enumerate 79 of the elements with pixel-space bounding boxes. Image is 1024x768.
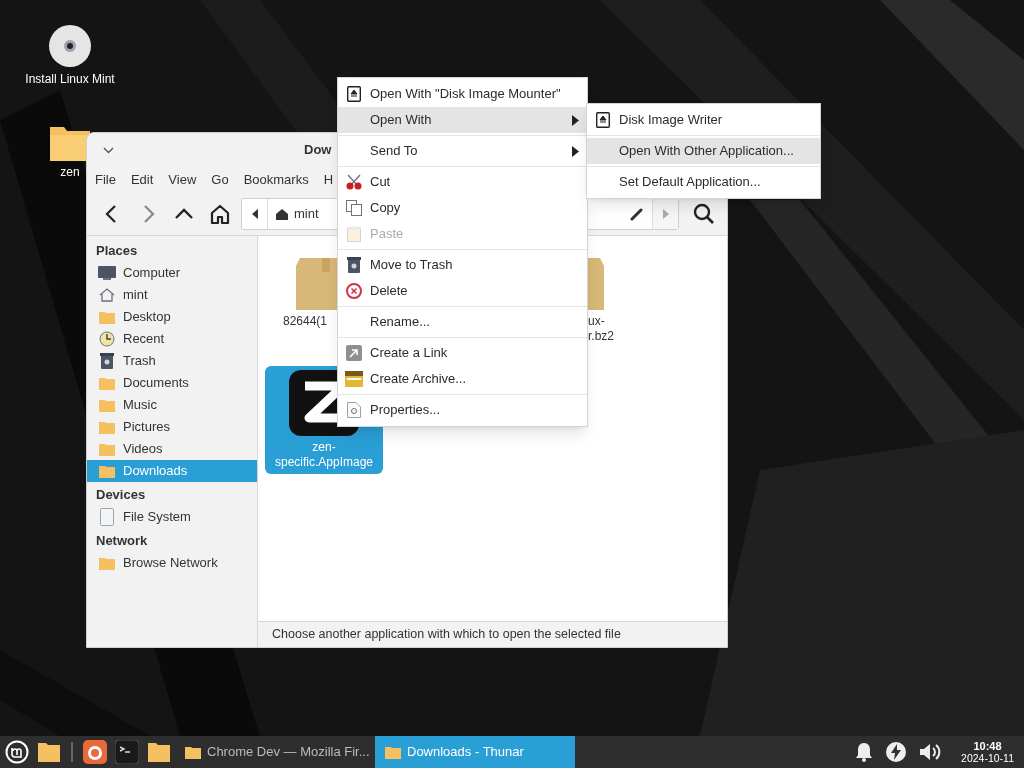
desktop-icon-label[interactable]: Install Linux Mint <box>25 72 115 87</box>
file-name: zen- specific.AppImage <box>274 440 374 470</box>
folder-icon <box>99 376 115 390</box>
sidebar-heading: Network <box>95 532 149 550</box>
sidebar-item[interactable]: Pictures <box>87 416 257 438</box>
sidebar-item[interactable]: Desktop <box>87 306 257 328</box>
folder-icon[interactable] <box>38 742 60 762</box>
menu-item[interactable]: Open With "Disk Image Mounter" <box>338 81 587 107</box>
chevron-down-icon[interactable] <box>103 146 114 154</box>
menu-bar-item[interactable]: Go <box>211 170 229 190</box>
disk-image-icon <box>596 112 610 128</box>
menu-bar-item[interactable]: File <box>95 170 116 190</box>
sidebar-heading: Places <box>95 242 139 260</box>
left-triangle-icon[interactable] <box>251 209 258 219</box>
sidebar-item[interactable]: Documents <box>87 372 257 394</box>
menu-bar-item[interactable]: Edit <box>130 170 154 190</box>
clipboard-icon <box>347 226 361 242</box>
disk-image-icon <box>347 86 361 102</box>
sidebar-item[interactable]: Computer <box>87 262 257 284</box>
monitor-icon <box>98 266 116 280</box>
home-icon <box>276 208 288 220</box>
document-icon <box>347 402 361 418</box>
folder-icon <box>385 745 401 759</box>
sidebar-item[interactable]: Videos <box>87 438 257 460</box>
folder-icon <box>99 310 115 324</box>
clock-date: 2024-10-11 <box>961 752 1014 764</box>
folder-icon <box>185 745 201 759</box>
search-icon[interactable] <box>693 203 715 225</box>
menu-item[interactable]: Properties... <box>338 397 587 423</box>
disc-icon <box>48 24 92 68</box>
trash-icon <box>347 257 361 273</box>
sidebar-item[interactable]: File System <box>87 506 257 528</box>
sidebar-item[interactable]: mint <box>87 284 257 306</box>
clock-time: 10:48 <box>973 740 1002 752</box>
file-name: 82644(1 <box>283 314 328 329</box>
menu-bar-item[interactable]: H <box>323 170 334 190</box>
folder-icon <box>99 420 115 434</box>
menu-item[interactable]: Send To <box>338 138 587 164</box>
menu-item[interactable]: Create a Link <box>338 340 587 366</box>
sidebar-item[interactable]: Recent <box>87 328 257 350</box>
menu-bar-item[interactable]: Bookmarks <box>243 170 309 190</box>
copy-icon <box>346 200 362 216</box>
sidebar-item[interactable]: Trash <box>87 350 257 372</box>
window-title: Dow <box>304 141 332 160</box>
menu-item[interactable]: Set Default Application... <box>587 169 820 195</box>
folder-icon <box>99 442 115 456</box>
menu-item[interactable]: Open With Other Application... <box>587 138 820 164</box>
status-text: Choose another application with which to open the selected file <box>272 626 621 644</box>
home-icon <box>99 288 115 302</box>
scissors-icon <box>345 174 363 190</box>
folder-icon <box>99 556 115 570</box>
lightning-bolt-icon[interactable] <box>885 741 908 763</box>
fox-browser-icon[interactable] <box>83 740 107 764</box>
menu-item[interactable]: Cut <box>338 169 587 195</box>
trash-icon <box>100 353 114 369</box>
folder-icon <box>99 464 115 478</box>
delete-icon <box>346 283 362 299</box>
folder-icon[interactable] <box>148 742 170 762</box>
pencil-icon[interactable] <box>630 207 644 221</box>
clock-icon <box>99 331 115 347</box>
menu-item[interactable]: Rename... <box>338 309 587 335</box>
menu-bar-item[interactable]: View <box>168 170 197 190</box>
menu-item[interactable]: Move to Trash <box>338 252 587 278</box>
home-icon[interactable] <box>209 203 231 225</box>
menu-item[interactable]: Open With <box>338 107 587 133</box>
taskbar-task[interactable]: Chrome Dev — Mozilla Fir... <box>175 736 375 768</box>
mint-logo-icon[interactable] <box>5 740 29 764</box>
drive-icon <box>100 508 114 526</box>
archive-icon <box>345 371 363 387</box>
sidebar-item[interactable]: Music <box>87 394 257 416</box>
sidebar-item[interactable]: Browse Network <box>87 552 257 574</box>
desktop-icon-label[interactable]: zen <box>60 165 80 180</box>
menu-item[interactable]: Disk Image Writer <box>587 107 820 133</box>
sidebar-heading: Devices <box>95 486 147 504</box>
menu-item[interactable]: Delete <box>338 278 587 304</box>
notification-bell-icon[interactable] <box>855 742 874 762</box>
terminal-icon[interactable] <box>115 740 139 764</box>
folder-icon <box>99 398 115 412</box>
file-name: ux- r.bz2 <box>588 314 614 344</box>
